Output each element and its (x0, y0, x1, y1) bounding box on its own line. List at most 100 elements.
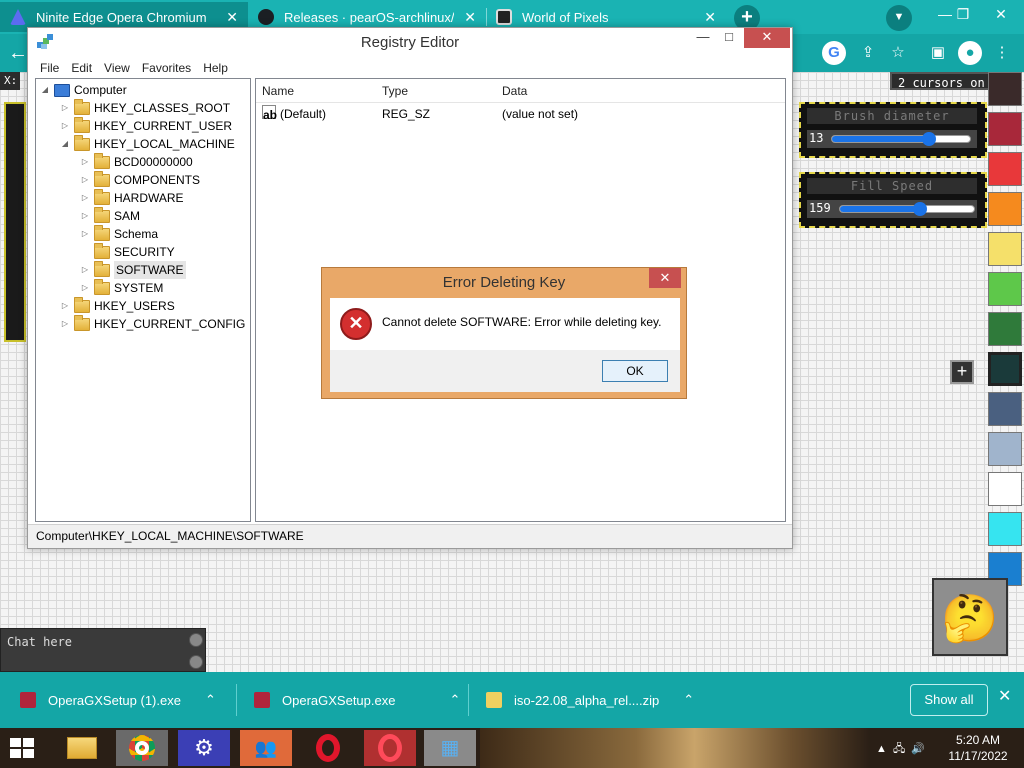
file-explorer-icon[interactable] (56, 730, 108, 766)
folder-icon (94, 260, 110, 277)
slider-thumb[interactable] (913, 202, 928, 216)
menu-help[interactable]: Help (197, 58, 234, 78)
close-icon[interactable]: ✕ (998, 686, 1011, 706)
download-item[interactable]: iso-22.08_alpha_rel....zip ⌃ (486, 680, 694, 720)
value-name: (Default) (280, 107, 327, 121)
expand-icon[interactable]: ▷ (80, 153, 90, 171)
tree-node-sam[interactable]: ▷ SAM (80, 206, 140, 225)
tree-node-components[interactable]: ▷ COMPONENTS (80, 170, 200, 189)
profile-icon[interactable]: ● (958, 41, 982, 65)
registry-editor-titlebar[interactable]: Registry Editor — □ ✕ (28, 28, 792, 58)
opera-icon[interactable] (302, 730, 354, 766)
close-window-icon[interactable]: ✕ (984, 0, 1018, 30)
column-header-data[interactable]: Data (502, 79, 527, 103)
color-swatch[interactable] (988, 432, 1022, 466)
google-icon[interactable]: G (822, 41, 846, 65)
brush-diameter-slider[interactable] (831, 132, 971, 146)
color-swatch[interactable] (988, 152, 1022, 186)
tree-node-hkcr[interactable]: ▷ HKEY_CLASSES_ROOT (60, 98, 230, 117)
collapse-icon[interactable]: ◢ (40, 81, 50, 99)
people-icon[interactable]: 👥 (240, 730, 292, 766)
expand-icon[interactable]: ▷ (80, 207, 90, 225)
expand-icon[interactable]: ▷ (80, 279, 90, 297)
tree-node-hkcu[interactable]: ▷ HKEY_CURRENT_USER (60, 116, 232, 135)
system-tray-icons[interactable]: ▲ 🖧 🔊 (876, 740, 925, 759)
color-swatch[interactable] (988, 272, 1022, 306)
download-item[interactable]: OperaGXSetup (1).exe ⌃ (20, 680, 216, 720)
chevron-up-icon[interactable]: ⌃ (205, 692, 216, 708)
column-header-name[interactable]: Name (262, 79, 294, 103)
chat-scroll-up-icon[interactable] (189, 633, 203, 647)
settings-gear-icon[interactable]: ⚙ (178, 730, 230, 766)
chat-scroll-down-icon[interactable] (189, 655, 203, 669)
color-swatch[interactable] (988, 192, 1022, 226)
expand-icon[interactable]: ▷ (80, 261, 90, 279)
color-swatch[interactable] (988, 232, 1022, 266)
tree-node-system[interactable]: ▷ SYSTEM (80, 278, 163, 297)
chevron-up-icon[interactable]: ⌃ (683, 692, 694, 708)
tree-node-bcd[interactable]: ▷ BCD00000000 (80, 152, 193, 171)
column-header-type[interactable]: Type (382, 79, 408, 103)
windows-start-icon[interactable] (10, 738, 34, 758)
show-all-button[interactable]: Show all (910, 684, 988, 716)
close-icon[interactable]: ✕ (458, 9, 476, 26)
clock[interactable]: 5:20 AM 11/17/2022 (940, 732, 1016, 764)
tree-node-hklm[interactable]: ◢ HKEY_LOCAL_MACHINE (60, 134, 235, 153)
chat-input[interactable]: Chat here (7, 635, 72, 649)
menu-file[interactable]: File (34, 58, 65, 78)
expand-icon[interactable]: ▷ (80, 225, 90, 243)
close-icon[interactable]: ✕ (649, 268, 681, 288)
back-arrow-icon[interactable]: ← (8, 42, 28, 65)
tree-node-hkcc[interactable]: ▷ HKEY_CURRENT_CONFIG (60, 314, 245, 333)
tree-node-hku[interactable]: ▷ HKEY_USERS (60, 296, 175, 315)
color-swatch[interactable] (988, 312, 1022, 346)
star-icon[interactable]: ☆ (886, 41, 910, 65)
expand-icon[interactable]: ▷ (80, 189, 90, 207)
world-of-pixels-icon (496, 9, 512, 25)
more-menu-icon[interactable]: ⋮ (990, 41, 1014, 65)
download-filename: OperaGXSetup (1).exe (48, 692, 181, 708)
chevron-down-icon[interactable]: ▼ (886, 5, 912, 31)
color-swatch[interactable] (988, 72, 1022, 106)
color-swatch[interactable] (988, 512, 1022, 546)
close-icon[interactable]: ✕ (744, 28, 790, 48)
close-icon[interactable]: ✕ (698, 9, 716, 26)
maximize-icon[interactable]: □ (716, 28, 742, 48)
tree-node-computer[interactable]: ◢ Computer (40, 81, 127, 99)
expand-icon[interactable]: ▷ (60, 117, 70, 135)
share-icon[interactable]: ⇪ (856, 41, 880, 65)
regedit-taskbar-icon[interactable]: ▦ (424, 730, 476, 766)
tree-node-hardware[interactable]: ▷ HARDWARE (80, 188, 184, 207)
tree-node-schema[interactable]: ▷ Schema (80, 224, 158, 243)
restore-icon[interactable]: ❐ (946, 0, 980, 30)
close-icon[interactable]: ✕ (220, 9, 238, 26)
side-panel-icon[interactable]: ▣ (926, 41, 950, 65)
menu-favorites[interactable]: Favorites (136, 58, 197, 78)
minimize-icon[interactable]: — (690, 28, 716, 48)
ok-button[interactable]: OK (602, 360, 668, 382)
chrome-icon[interactable] (116, 730, 168, 766)
opera-gx-taskbar-icon[interactable] (364, 730, 416, 766)
download-item[interactable]: OperaGXSetup.exe ⌃ (254, 680, 460, 720)
expand-icon[interactable]: ▷ (60, 315, 70, 333)
add-color-button[interactable]: + (950, 360, 974, 384)
expand-icon[interactable]: ▷ (80, 171, 90, 189)
tree-node-software[interactable]: ▷ SOFTWARE (80, 260, 186, 279)
expand-icon[interactable]: ▷ (60, 99, 70, 117)
color-swatch[interactable] (988, 352, 1022, 386)
collapse-icon[interactable]: ◢ (60, 135, 70, 153)
menu-edit[interactable]: Edit (65, 58, 98, 78)
color-swatch[interactable] (988, 112, 1022, 146)
chat-box[interactable]: Chat here (0, 628, 206, 672)
tool-panel[interactable] (4, 102, 26, 342)
color-swatch[interactable] (988, 392, 1022, 426)
tree-node-security[interactable]: SECURITY (80, 242, 175, 261)
color-swatch[interactable] (988, 472, 1022, 506)
slider-thumb[interactable] (921, 132, 936, 146)
chevron-up-icon[interactable]: ⌃ (449, 692, 460, 708)
menu-view[interactable]: View (98, 58, 136, 78)
menu-bar: File Edit View Favorites Help (28, 58, 792, 78)
value-row[interactable]: ab (Default) REG_SZ (value not set) (256, 105, 785, 123)
expand-icon[interactable]: ▷ (60, 297, 70, 315)
fill-speed-slider[interactable] (839, 202, 975, 216)
